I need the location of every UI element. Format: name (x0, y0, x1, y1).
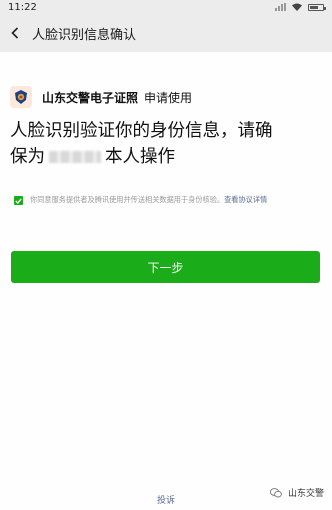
consent-checkbox[interactable] (14, 196, 23, 205)
back-arrow-icon[interactable] (8, 26, 22, 40)
wechat-icon (269, 487, 282, 497)
headline-line2-suffix: 本人操作 (105, 147, 175, 167)
headline-line2-prefix: 保为 (10, 147, 45, 167)
app-name: 山东交警电子证照 (42, 90, 139, 105)
wifi-icon (292, 3, 302, 11)
agreement-link[interactable]: 查看协议详情 (224, 195, 267, 204)
app-request-label: 申请使用 (144, 90, 193, 105)
nav-bar: 人脸识别信息确认 (0, 14, 332, 52)
next-step-button[interactable]: 下一步 (11, 251, 320, 283)
status-icons (275, 3, 326, 11)
watermark: 山东交警 (269, 486, 324, 499)
verification-headline: 人脸识别验证你的身份信息，请确 保为 本人操作 (10, 118, 326, 170)
page-title: 人脸识别信息确认 (32, 27, 137, 43)
police-badge-icon (10, 86, 32, 108)
check-icon (15, 197, 22, 204)
battery-fill (310, 5, 319, 9)
screen: 11:22 人脸识别信息确认 山东交警电子证照 申请使用 人脸识别验证你的身份信… (0, 0, 332, 510)
app-row: 山东交警电子证照 申请使用 (10, 86, 192, 108)
status-time: 11:22 (8, 1, 37, 13)
consent-row: 你同意服务提供者及腾讯使用并传送相关数据用于身份核验。查看协议详情 (14, 194, 324, 205)
headline-line1: 人脸识别验证你的身份信息，请确 (10, 121, 273, 141)
watermark-text: 山东交警 (287, 489, 324, 499)
masked-name (49, 151, 101, 163)
consent-statement: 你同意服务提供者及腾讯使用并传送相关数据用于身份核验。 (30, 195, 225, 204)
battery-icon (308, 3, 326, 11)
status-bar: 11:22 (0, 0, 332, 14)
signal-icon (275, 3, 286, 11)
consent-text: 你同意服务提供者及腾讯使用并传送相关数据用于身份核验。查看协议详情 (30, 194, 267, 205)
